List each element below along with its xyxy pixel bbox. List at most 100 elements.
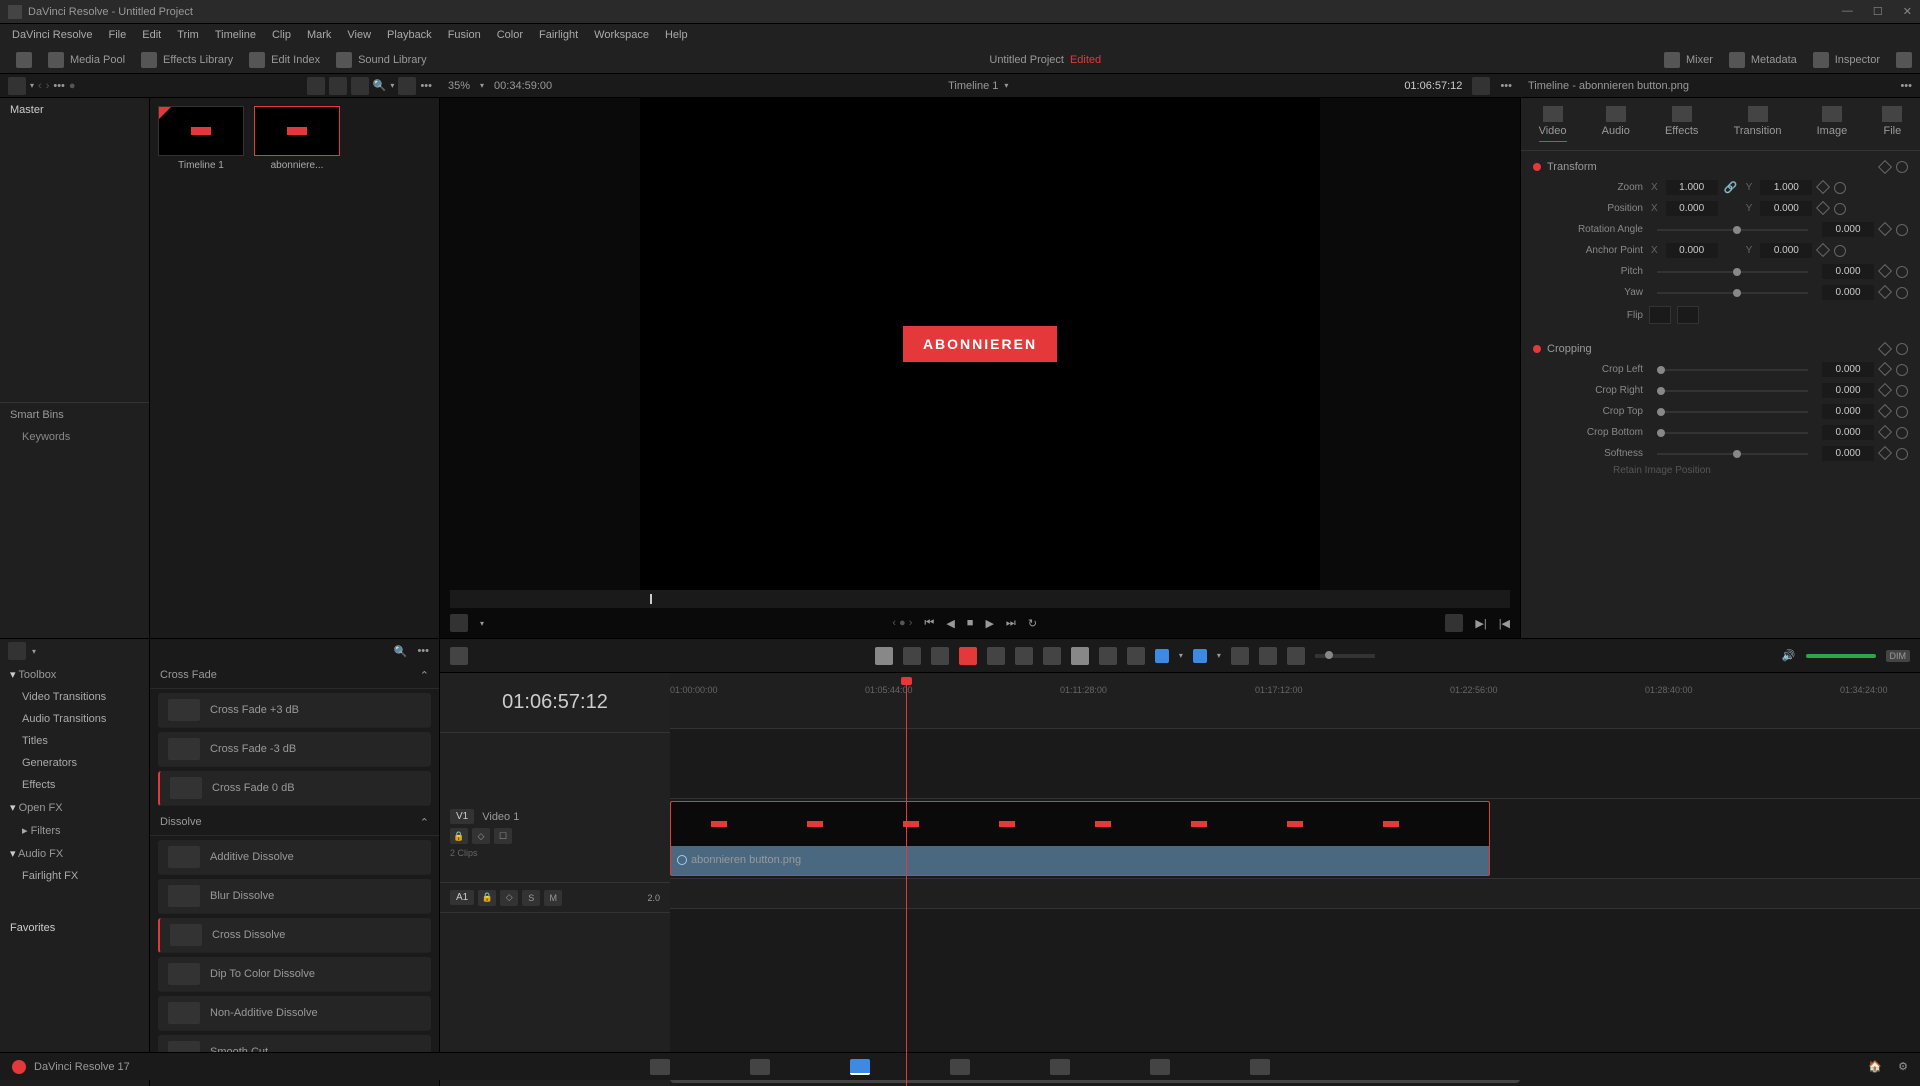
metadata-btn[interactable]: Metadata [1751,54,1797,66]
cropping-header[interactable]: Cropping [1533,339,1908,359]
anchor-x-field[interactable] [1666,243,1718,258]
timeline-clip[interactable]: abonnieren button.png [670,801,1490,876]
yaw-slider[interactable] [1657,292,1808,294]
effects-library-btn[interactable]: Effects Library [163,54,233,66]
viewer-scrubber[interactable] [450,590,1510,608]
reset-icon[interactable] [1896,161,1908,173]
bypass-icon[interactable] [1472,77,1490,95]
video-track-header[interactable]: V1 Video 1 🔒 ◇ ☐ 2 Clips [440,803,670,883]
reset-icon[interactable] [1896,448,1908,460]
keyframe-icon[interactable] [1878,424,1892,438]
disable-track-icon[interactable]: ☐ [494,828,512,844]
reset-icon[interactable] [1896,343,1908,355]
marker-icon[interactable] [1193,649,1207,663]
timeline-timecode[interactable]: 01:06:57:12 [440,673,670,733]
blade-tool-icon[interactable] [959,647,977,665]
menu-help[interactable]: Help [657,29,696,41]
fusion-page-icon[interactable] [950,1059,970,1075]
rotation-field[interactable] [1822,222,1874,237]
trim-tool-icon[interactable] [903,647,921,665]
timeline-tracks[interactable]: 01:00:00:00 01:05:44:00 01:11:28:00 01:1… [670,673,1920,1086]
next-edit-icon[interactable]: ▶| [1475,617,1486,630]
fx-item[interactable]: Cross Fade 0 dB [158,771,431,806]
softness-slider[interactable] [1657,453,1808,455]
fx-view-icon[interactable] [8,642,26,660]
nav-fwd-icon[interactable]: › [46,80,50,92]
menu-clip[interactable]: Clip [264,29,299,41]
fx-item[interactable]: Blur Dissolve [158,879,431,914]
view-thumb-icon[interactable] [329,77,347,95]
settings-icon[interactable]: ⚙ [1898,1060,1908,1073]
audio-track-lane[interactable] [670,879,1920,909]
keyframe-icon[interactable] [1878,342,1892,356]
crop-left-slider[interactable] [1657,369,1808,371]
fx-cat-generators[interactable]: Generators [0,752,149,774]
menu-file[interactable]: File [101,29,135,41]
zoom-y-field[interactable] [1760,180,1812,195]
fx-item[interactable]: Non-Additive Dissolve [158,996,431,1031]
chevron-down-icon[interactable]: ▾ [480,619,484,628]
keyframe-icon[interactable] [1878,445,1892,459]
more-icon[interactable]: ••• [1900,80,1912,92]
crop-right-field[interactable] [1822,383,1874,398]
reset-icon[interactable] [1896,427,1908,439]
timeline-name[interactable]: Timeline 1 [948,80,998,92]
keyframe-icon[interactable] [1878,382,1892,396]
full-extent-icon[interactable] [1445,614,1463,632]
overwrite-icon[interactable] [1015,647,1033,665]
fx-group-crossfade[interactable]: Cross Fade⌃ [150,663,439,689]
auto-track-icon[interactable]: ◇ [472,828,490,844]
zoom-slider[interactable] [1315,654,1375,658]
playhead[interactable] [906,681,907,1086]
dynamic-trim-icon[interactable] [931,647,949,665]
menu-mark[interactable]: Mark [299,29,339,41]
more-icon[interactable]: ••• [53,80,65,92]
smart-bin-keywords[interactable]: Keywords [0,427,149,447]
sound-library-btn[interactable]: Sound Library [358,54,427,66]
rotation-slider[interactable] [1657,229,1808,231]
keyframe-icon[interactable] [1816,179,1830,193]
tab-image[interactable]: Image [1817,106,1848,142]
lock-track-icon[interactable]: 🔒 [478,890,496,906]
anchor-y-field[interactable] [1760,243,1812,258]
menu-playback[interactable]: Playback [379,29,440,41]
fx-item[interactable]: Cross Fade +3 dB [158,693,431,728]
insert-icon[interactable] [987,647,1005,665]
prev-frame-icon[interactable]: ◀ [946,617,954,630]
keyframe-icon[interactable] [1878,361,1892,375]
solo-button[interactable]: S [522,890,540,906]
crop-bottom-field[interactable] [1822,425,1874,440]
zoom-fit-icon[interactable] [1231,647,1249,665]
close-btn[interactable]: ✕ [1903,5,1912,18]
detail-zoom-icon[interactable] [1259,647,1277,665]
search-icon[interactable]: 🔍 [394,645,408,658]
chevron-down-icon[interactable]: ▾ [1217,651,1221,660]
keyframe-icon[interactable] [1878,160,1892,174]
fx-item[interactable]: Dip To Color Dissolve [158,957,431,992]
cut-page-icon[interactable] [750,1059,770,1075]
last-frame-icon[interactable]: ⏭ [1006,617,1016,630]
pitch-slider[interactable] [1657,271,1808,273]
sort-icon[interactable] [398,77,416,95]
fx-cat-toolbox[interactable]: ▾ Toolbox [0,663,149,686]
lock-icon[interactable] [1127,647,1145,665]
edit-page-icon[interactable] [850,1059,870,1075]
crop-bottom-slider[interactable] [1657,432,1808,434]
play-icon[interactable]: ▶ [985,617,993,630]
fx-cat-filters[interactable]: ▸ Filters [0,819,149,842]
position-y-field[interactable] [1760,201,1812,216]
viewer-timecode[interactable]: 01:06:57:12 [1404,80,1462,92]
keyframe-icon[interactable] [1878,403,1892,417]
snap-icon[interactable] [1071,647,1089,665]
chevron-down-icon[interactable]: ▾ [32,647,36,656]
clip-thumb[interactable]: Timeline 1 [158,106,244,171]
crop-top-slider[interactable] [1657,411,1808,413]
match-frame-icon[interactable] [450,614,468,632]
reset-icon[interactable] [1896,364,1908,376]
fx-cat-audio-transitions[interactable]: Audio Transitions [0,708,149,730]
tab-file[interactable]: File [1882,106,1902,142]
fx-item[interactable]: Additive Dissolve [158,840,431,875]
viewer-zoom[interactable]: 35% [448,80,470,92]
prev-edit-icon[interactable]: ‹ ● › [892,617,912,629]
link-icon[interactable]: 🔗 [1724,181,1738,195]
